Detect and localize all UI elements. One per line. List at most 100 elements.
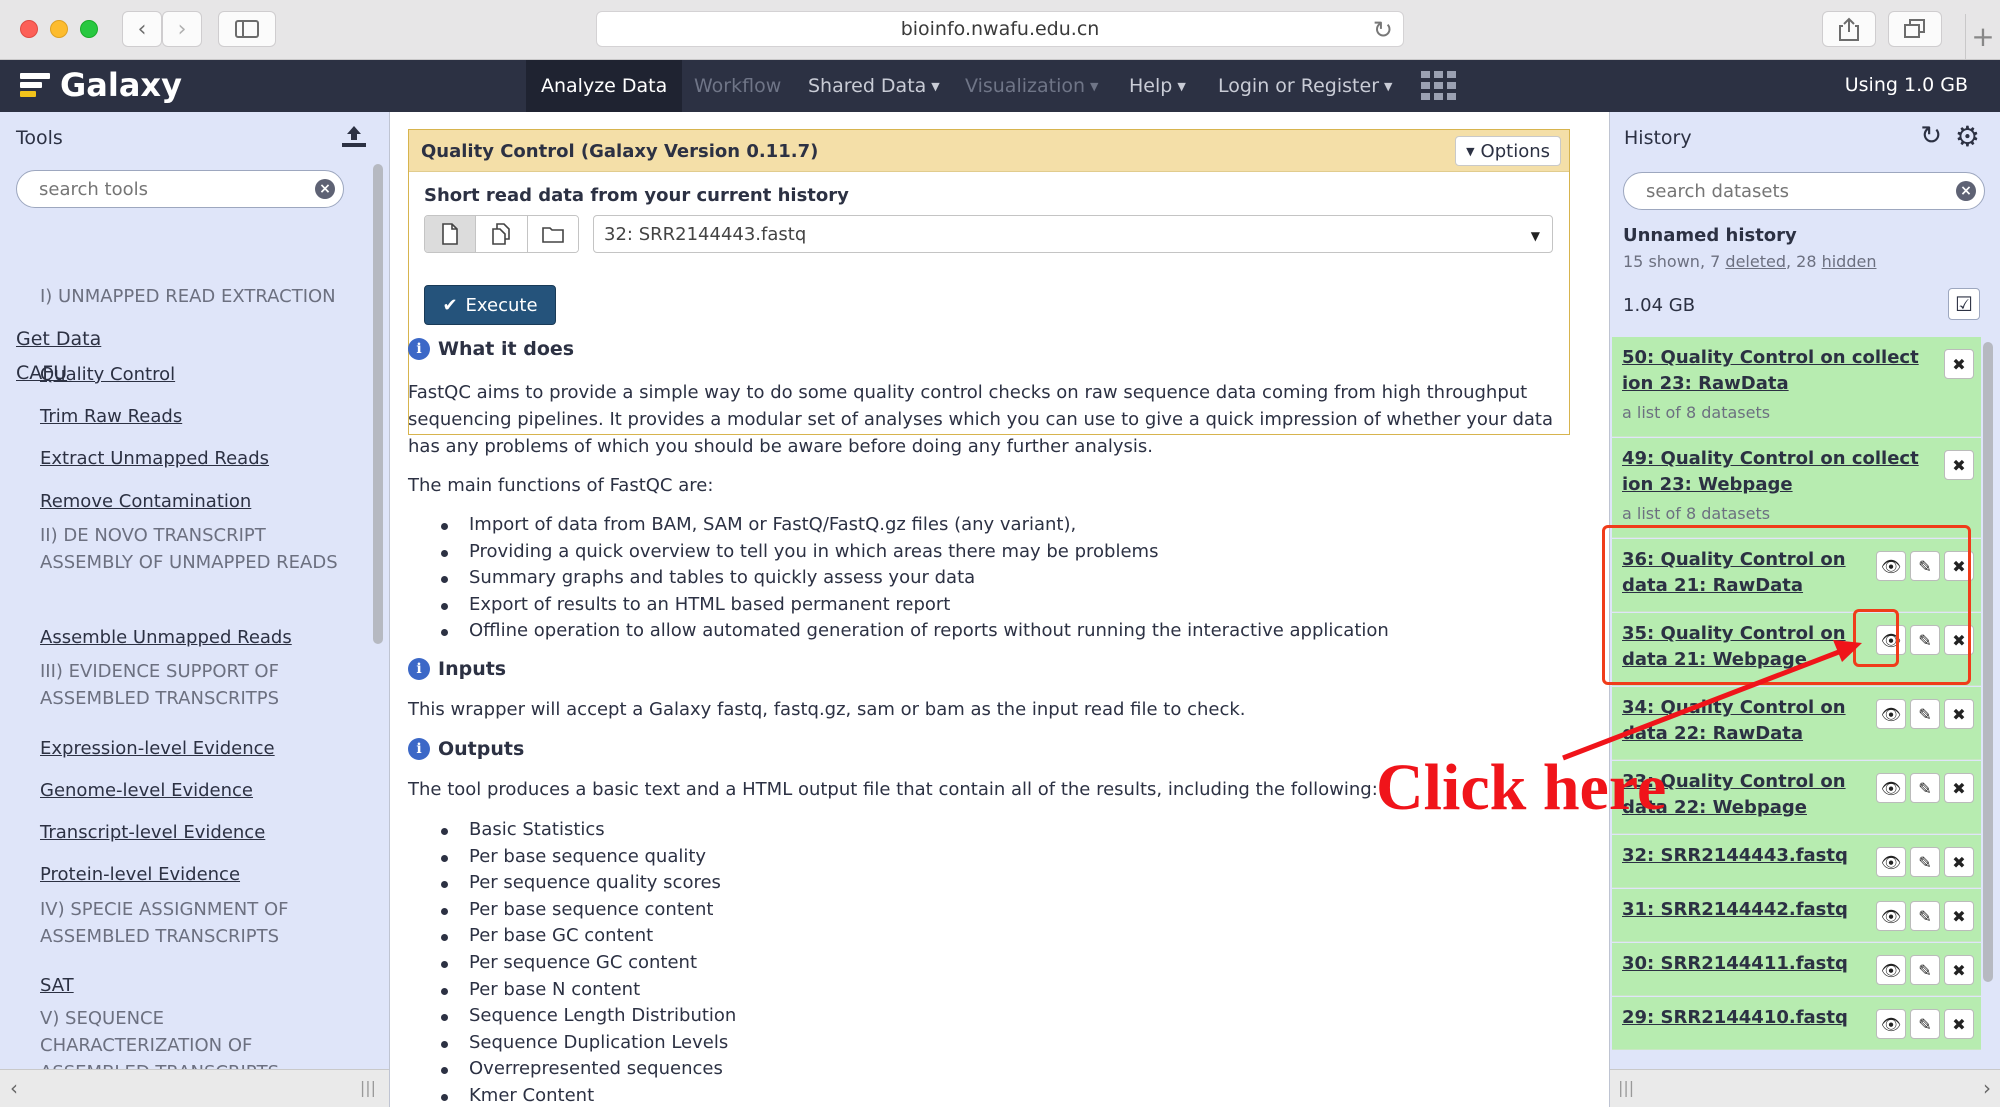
single-dataset-button[interactable] <box>425 216 477 252</box>
dataset-title[interactable]: 32: SRR2144443.fastq <box>1622 843 1848 869</box>
dataset-title-line: 49: Quality Control on collect <box>1622 448 1919 469</box>
gear-icon[interactable]: ⚙ <box>1955 120 1980 153</box>
options-button[interactable]: ▼ Options <box>1455 136 1561 166</box>
view-button[interactable]: 👁︎ <box>1876 847 1906 877</box>
galaxy-masthead: Galaxy Analyze Data Workflow Shared Data ▼ V… <box>0 60 2000 112</box>
edit-button[interactable]: ✎ <box>1910 699 1940 729</box>
dataset-title[interactable]: 31: SRR2144442.fastq <box>1622 897 1848 923</box>
back-button[interactable]: ‹ <box>122 11 162 47</box>
history-collection[interactable]: 50: Quality Control on collect ion 23: Ra… <box>1612 337 1981 437</box>
dataset-title[interactable]: 50: Quality Control on collect ion 23: Ra… <box>1622 345 1919 397</box>
view-button[interactable]: 👁︎ <box>1876 955 1906 985</box>
dataset-title[interactable]: 30: SRR2144411.fastq <box>1622 951 1848 977</box>
dataset-collection-button[interactable] <box>527 216 578 252</box>
nav-visualization[interactable]: Visualization ▼ <box>950 60 1113 112</box>
delete-icon: ✖ <box>1952 354 1966 374</box>
file-icon <box>442 223 458 245</box>
history-scrollbar[interactable] <box>1983 342 1993 982</box>
clear-search-icon[interactable]: × <box>315 179 335 199</box>
new-tab-button[interactable]: + <box>1965 14 2000 60</box>
tool-link[interactable]: SAT <box>40 975 74 996</box>
history-dataset[interactable]: 33: Quality Control on data 22: Webpage 👁︎… <box>1612 761 1981 834</box>
delete-button[interactable]: ✖ <box>1944 847 1974 877</box>
view-button[interactable]: 👁︎ <box>1876 1009 1906 1039</box>
sidebar-icon <box>235 20 259 38</box>
tool-link[interactable]: Protein-level Evidence <box>40 864 240 885</box>
dataset-title-line: 30: SRR2144411.fastq <box>1622 953 1848 974</box>
history-dataset[interactable]: 29: SRR2144410.fastq 👁︎ ✎ ✖ <box>1612 997 1981 1050</box>
deleted-link[interactable]: deleted <box>1725 252 1786 271</box>
view-button[interactable]: 👁︎ <box>1876 773 1906 803</box>
collapse-left-icon[interactable]: ‹ <box>10 1076 18 1100</box>
edit-button[interactable]: ✎ <box>1910 847 1940 877</box>
view-button[interactable]: 👁︎ <box>1876 901 1906 931</box>
galaxy-brand[interactable]: Galaxy <box>20 66 182 104</box>
edit-button[interactable]: ✎ <box>1910 955 1940 985</box>
tool-link[interactable]: Quality Control <box>40 364 175 385</box>
tool-link[interactable]: Transcript-level Evidence <box>40 822 265 843</box>
tool-section-get-data[interactable]: Get Data <box>16 328 101 350</box>
history-collection[interactable]: 49: Quality Control on collect ion 23: We… <box>1612 438 1981 538</box>
upload-icon[interactable] <box>341 124 367 154</box>
history-dataset[interactable]: 32: SRR2144443.fastq 👁︎ ✎ ✖ <box>1612 835 1981 888</box>
delete-button[interactable]: ✖ <box>1944 773 1974 803</box>
execute-button[interactable]: ✔ Execute <box>424 285 556 325</box>
edit-button[interactable]: ✎ <box>1910 1009 1940 1039</box>
zoom-window-button[interactable] <box>80 20 98 38</box>
view-button[interactable]: 👁︎ <box>1876 699 1906 729</box>
tool-panel-scrollbar[interactable] <box>373 164 383 644</box>
delete-button[interactable]: ✖ <box>1944 1009 1974 1039</box>
nav-workflow[interactable]: Workflow <box>679 60 796 112</box>
tool-link[interactable]: Trim Raw Reads <box>40 406 182 427</box>
nav-help[interactable]: Help ▼ <box>1114 60 1201 112</box>
multiple-datasets-button[interactable] <box>476 216 528 252</box>
history-name[interactable]: Unnamed history <box>1623 225 1797 246</box>
history-counts: 15 shown, 7 deleted, 28 hidden <box>1623 252 1877 271</box>
tool-link[interactable]: Assemble Unmapped Reads <box>40 627 292 648</box>
resize-handle-icon[interactable]: ||| <box>360 1078 376 1097</box>
edit-button[interactable]: ✎ <box>1910 901 1940 931</box>
share-button[interactable] <box>1822 11 1876 47</box>
delete-button[interactable]: ✖ <box>1944 955 1974 985</box>
resize-handle-icon[interactable]: ||| <box>1618 1078 1634 1097</box>
tool-search-input[interactable] <box>39 171 319 207</box>
reload-icon[interactable]: ↻ <box>1373 16 1393 44</box>
select-items-icon[interactable]: ☑ <box>1948 288 1980 320</box>
history-dataset[interactable]: 31: SRR2144442.fastq 👁︎ ✎ ✖ <box>1612 889 1981 942</box>
tool-link[interactable]: Extract Unmapped Reads <box>40 448 269 469</box>
delete-button[interactable]: ✖ <box>1944 901 1974 931</box>
dataset-select[interactable]: 32: SRR2144443.fastq ▼ <box>593 215 1553 253</box>
selected-dataset: 32: SRR2144443.fastq <box>604 223 807 245</box>
apps-grid-icon[interactable] <box>1421 71 1457 101</box>
nav-shared-data[interactable]: Shared Data ▼ <box>793 60 955 112</box>
tool-link[interactable]: Genome-level Evidence <box>40 780 253 801</box>
history-dataset[interactable]: 30: SRR2144411.fastq 👁︎ ✎ ✖ <box>1612 943 1981 996</box>
tabs-overview-button[interactable] <box>1888 11 1942 47</box>
minimize-window-button[interactable] <box>50 20 68 38</box>
delete-button[interactable]: ✖ <box>1944 349 1974 379</box>
clear-search-icon[interactable]: × <box>1956 181 1976 201</box>
delete-button[interactable]: ✖ <box>1944 450 1974 480</box>
forward-button[interactable]: › <box>162 11 202 47</box>
close-window-button[interactable] <box>20 20 38 38</box>
nav-analyze-data[interactable]: Analyze Data <box>526 60 683 112</box>
nav-login-or-register[interactable]: Login or Register ▼ <box>1203 60 1407 112</box>
refresh-icon[interactable]: ↻ <box>1920 121 1942 151</box>
tool-link[interactable]: Remove Contamination <box>40 491 251 512</box>
edit-button[interactable]: ✎ <box>1910 773 1940 803</box>
dataset-title[interactable]: 34: Quality Control on data 22: RawData <box>1622 695 1846 747</box>
history-search-input[interactable] <box>1646 173 1946 209</box>
delete-button[interactable]: ✖ <box>1944 699 1974 729</box>
collapse-right-icon[interactable]: › <box>1983 1076 1991 1100</box>
history-dataset[interactable]: 34: Quality Control on data 22: RawData 👁︎… <box>1612 687 1981 760</box>
delete-icon: ✖ <box>1952 704 1966 724</box>
annotation-click-here: Click here <box>1376 751 1667 824</box>
dataset-title[interactable]: 29: SRR2144410.fastq <box>1622 1005 1848 1031</box>
hidden-link[interactable]: hidden <box>1822 252 1877 271</box>
dataset-title[interactable]: 49: Quality Control on collect ion 23: We… <box>1622 446 1919 498</box>
tool-link[interactable]: Expression-level Evidence <box>40 738 275 759</box>
address-bar[interactable]: bioinfo.nwafu.edu.cn ↻ <box>596 11 1404 47</box>
help-list-item: Summary graphs and tables to quickly ass… <box>441 565 1389 592</box>
sidebar-toggle-button[interactable] <box>218 11 276 47</box>
help-list-item: Sequence Length Distribution <box>441 1003 736 1030</box>
